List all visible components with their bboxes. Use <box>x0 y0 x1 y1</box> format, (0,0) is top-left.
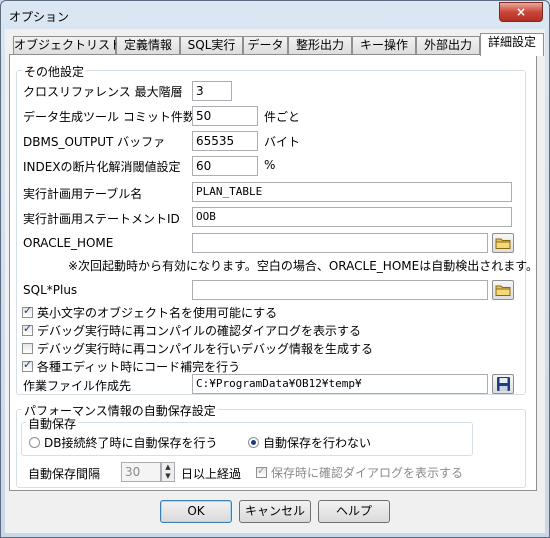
ok-button[interactable]: OK <box>160 500 232 523</box>
checkbox-box[interactable]: ✓ <box>256 464 267 478</box>
cancel-button[interactable]: キャンセル <box>239 500 311 523</box>
advanced-settings-panel: その他設定 クロスリファレンス 最大階層 3 データ生成ツール コミット件数 5… <box>9 54 539 491</box>
tab-external-output[interactable]: 外部出力 <box>416 36 480 55</box>
xref-depth-label: クロスリファレンス 最大階層 <box>23 85 183 99</box>
dbms-output-input[interactable]: 65535 <box>192 131 258 151</box>
folder-icon <box>495 285 511 296</box>
floppy-disk-icon <box>497 377 510 391</box>
oracle-home-browse-button[interactable] <box>492 233 514 253</box>
tab-sql-exec[interactable]: SQL実行 <box>180 36 243 55</box>
commit-count-input[interactable]: 50 <box>192 106 258 126</box>
check-mark-icon: ✓ <box>23 322 33 335</box>
plan-statement-input[interactable]: OOB <box>192 207 512 227</box>
check-mark-icon: ✓ <box>257 464 267 477</box>
checkbox-box[interactable]: ✓ <box>22 322 33 336</box>
dbms-output-unit: バイト <box>264 135 301 149</box>
options-dialog: オプション × オブジェクトリスト 定義情報 SQL実行 データ 整形出力 キー… <box>0 0 550 538</box>
oracle-home-note: ※次回起動時から有効になります。空白の場合、ORACLE_HOMEは自動検出され… <box>68 259 539 273</box>
spinner-down-icon[interactable]: ▼ <box>162 472 174 481</box>
autosave-on-disconnect-radio[interactable]: DB接続終了時に自動保存を行う <box>29 434 217 451</box>
checkbox-label: デバッグ実行時に再コンパイルの確認ダイアログを表示する <box>37 324 362 338</box>
radio-circle[interactable] <box>29 437 40 448</box>
index-threshold-unit: % <box>264 158 276 172</box>
checkbox-label: 各種エディット時にコード補完を行う <box>37 360 241 374</box>
checkbox-box[interactable]: ✓ <box>22 358 33 372</box>
oracle-home-label: ORACLE_HOME <box>23 236 114 250</box>
autosave-interval-label: 自動保存間隔 <box>28 467 101 481</box>
autosave-interval-unit: 日以上経過 <box>181 467 242 481</box>
oracle-home-input[interactable] <box>192 233 488 253</box>
tab-advanced[interactable]: 詳細設定 <box>480 33 544 56</box>
sqlplus-label: SQL*Plus <box>23 283 78 297</box>
title-bar[interactable]: オプション × <box>1 1 549 29</box>
checkbox-label: 英小文字のオブジェクト名を使用可能にする <box>37 306 278 320</box>
autosave-subgroup-title: 自動保存 <box>26 415 79 432</box>
autosave-disabled-radio[interactable]: 自動保存を行わない <box>248 434 371 451</box>
check-mark-icon: ✓ <box>23 304 33 317</box>
window-title: オプション <box>9 10 70 24</box>
checkbox-label: デバッグ実行時に再コンパイルを行いデバッグ情報を生成する <box>37 342 374 356</box>
folder-icon <box>495 238 511 249</box>
dialog-client: オブジェクトリスト 定義情報 SQL実行 データ 整形出力 キー操作 外部出力 … <box>5 29 545 533</box>
tab-object-list[interactable]: オブジェクトリスト <box>13 36 122 55</box>
plan-statement-label: 実行計画用ステートメントID <box>23 212 180 226</box>
tab-key-operation[interactable]: キー操作 <box>352 36 416 55</box>
sqlplus-browse-button[interactable] <box>492 280 514 300</box>
work-dir-save-button[interactable] <box>492 374 514 394</box>
other-settings-title: その他設定 <box>22 63 87 80</box>
tab-data[interactable]: データ <box>243 36 288 55</box>
radio-label: 自動保存を行わない <box>263 436 372 450</box>
radio-label: DB接続終了時に自動保存を行う <box>44 436 218 450</box>
sqlplus-input[interactable] <box>192 280 488 300</box>
radio-selected-dot <box>251 440 256 445</box>
radio-circle[interactable] <box>248 437 259 448</box>
checkbox-box[interactable]: ✓ <box>22 343 33 354</box>
work-dir-input[interactable]: C:¥ProgramData¥OB12¥temp¥ <box>192 374 488 394</box>
checkbox-label: 保存時に確認ダイアログを表示する <box>271 466 464 480</box>
code-completion-checkbox[interactable]: ✓ 各種エディット時にコード補完を行う <box>22 358 240 375</box>
plan-table-input[interactable]: PLAN_TABLE <box>192 182 512 202</box>
debug-recompile-confirm-checkbox[interactable]: ✓ デバッグ実行時に再コンパイルの確認ダイアログを表示する <box>22 322 361 339</box>
lowercase-object-names-checkbox[interactable]: ✓ 英小文字のオブジェクト名を使用可能にする <box>22 304 277 321</box>
autosave-interval-spinner[interactable]: ▲ ▼ <box>161 462 175 482</box>
autosave-interval-input[interactable]: 30 <box>121 462 161 482</box>
debug-recompile-info-checkbox[interactable]: ✓ デバッグ実行時に再コンパイルを行いデバッグ情報を生成する <box>22 340 373 357</box>
work-dir-label: 作業ファイル作成先 <box>23 379 132 393</box>
checkbox-box[interactable]: ✓ <box>22 304 33 318</box>
spinner-up-icon[interactable]: ▲ <box>162 463 174 472</box>
index-threshold-input[interactable]: 60 <box>192 156 258 176</box>
tab-strip: オブジェクトリスト 定義情報 SQL実行 データ 整形出力 キー操作 外部出力 … <box>13 33 544 56</box>
tab-format-output[interactable]: 整形出力 <box>288 36 352 55</box>
help-button[interactable]: ヘルプ <box>318 500 390 523</box>
check-mark-icon: ✓ <box>23 358 33 371</box>
dbms-output-label: DBMS_OUTPUT バッファ <box>23 135 166 149</box>
commit-count-label: データ生成ツール コミット件数 <box>23 110 195 124</box>
commit-count-unit: 件ごと <box>264 110 301 124</box>
autosave-confirm-checkbox[interactable]: ✓ 保存時に確認ダイアログを表示する <box>256 464 463 481</box>
index-threshold-label: INDEXの断片化解消閾値設定 <box>23 160 181 174</box>
plan-table-label: 実行計画用テーブル名 <box>23 187 143 201</box>
xref-depth-input[interactable]: 3 <box>192 81 232 101</box>
tab-definition[interactable]: 定義情報 <box>116 36 180 55</box>
close-button[interactable]: × <box>499 2 543 22</box>
